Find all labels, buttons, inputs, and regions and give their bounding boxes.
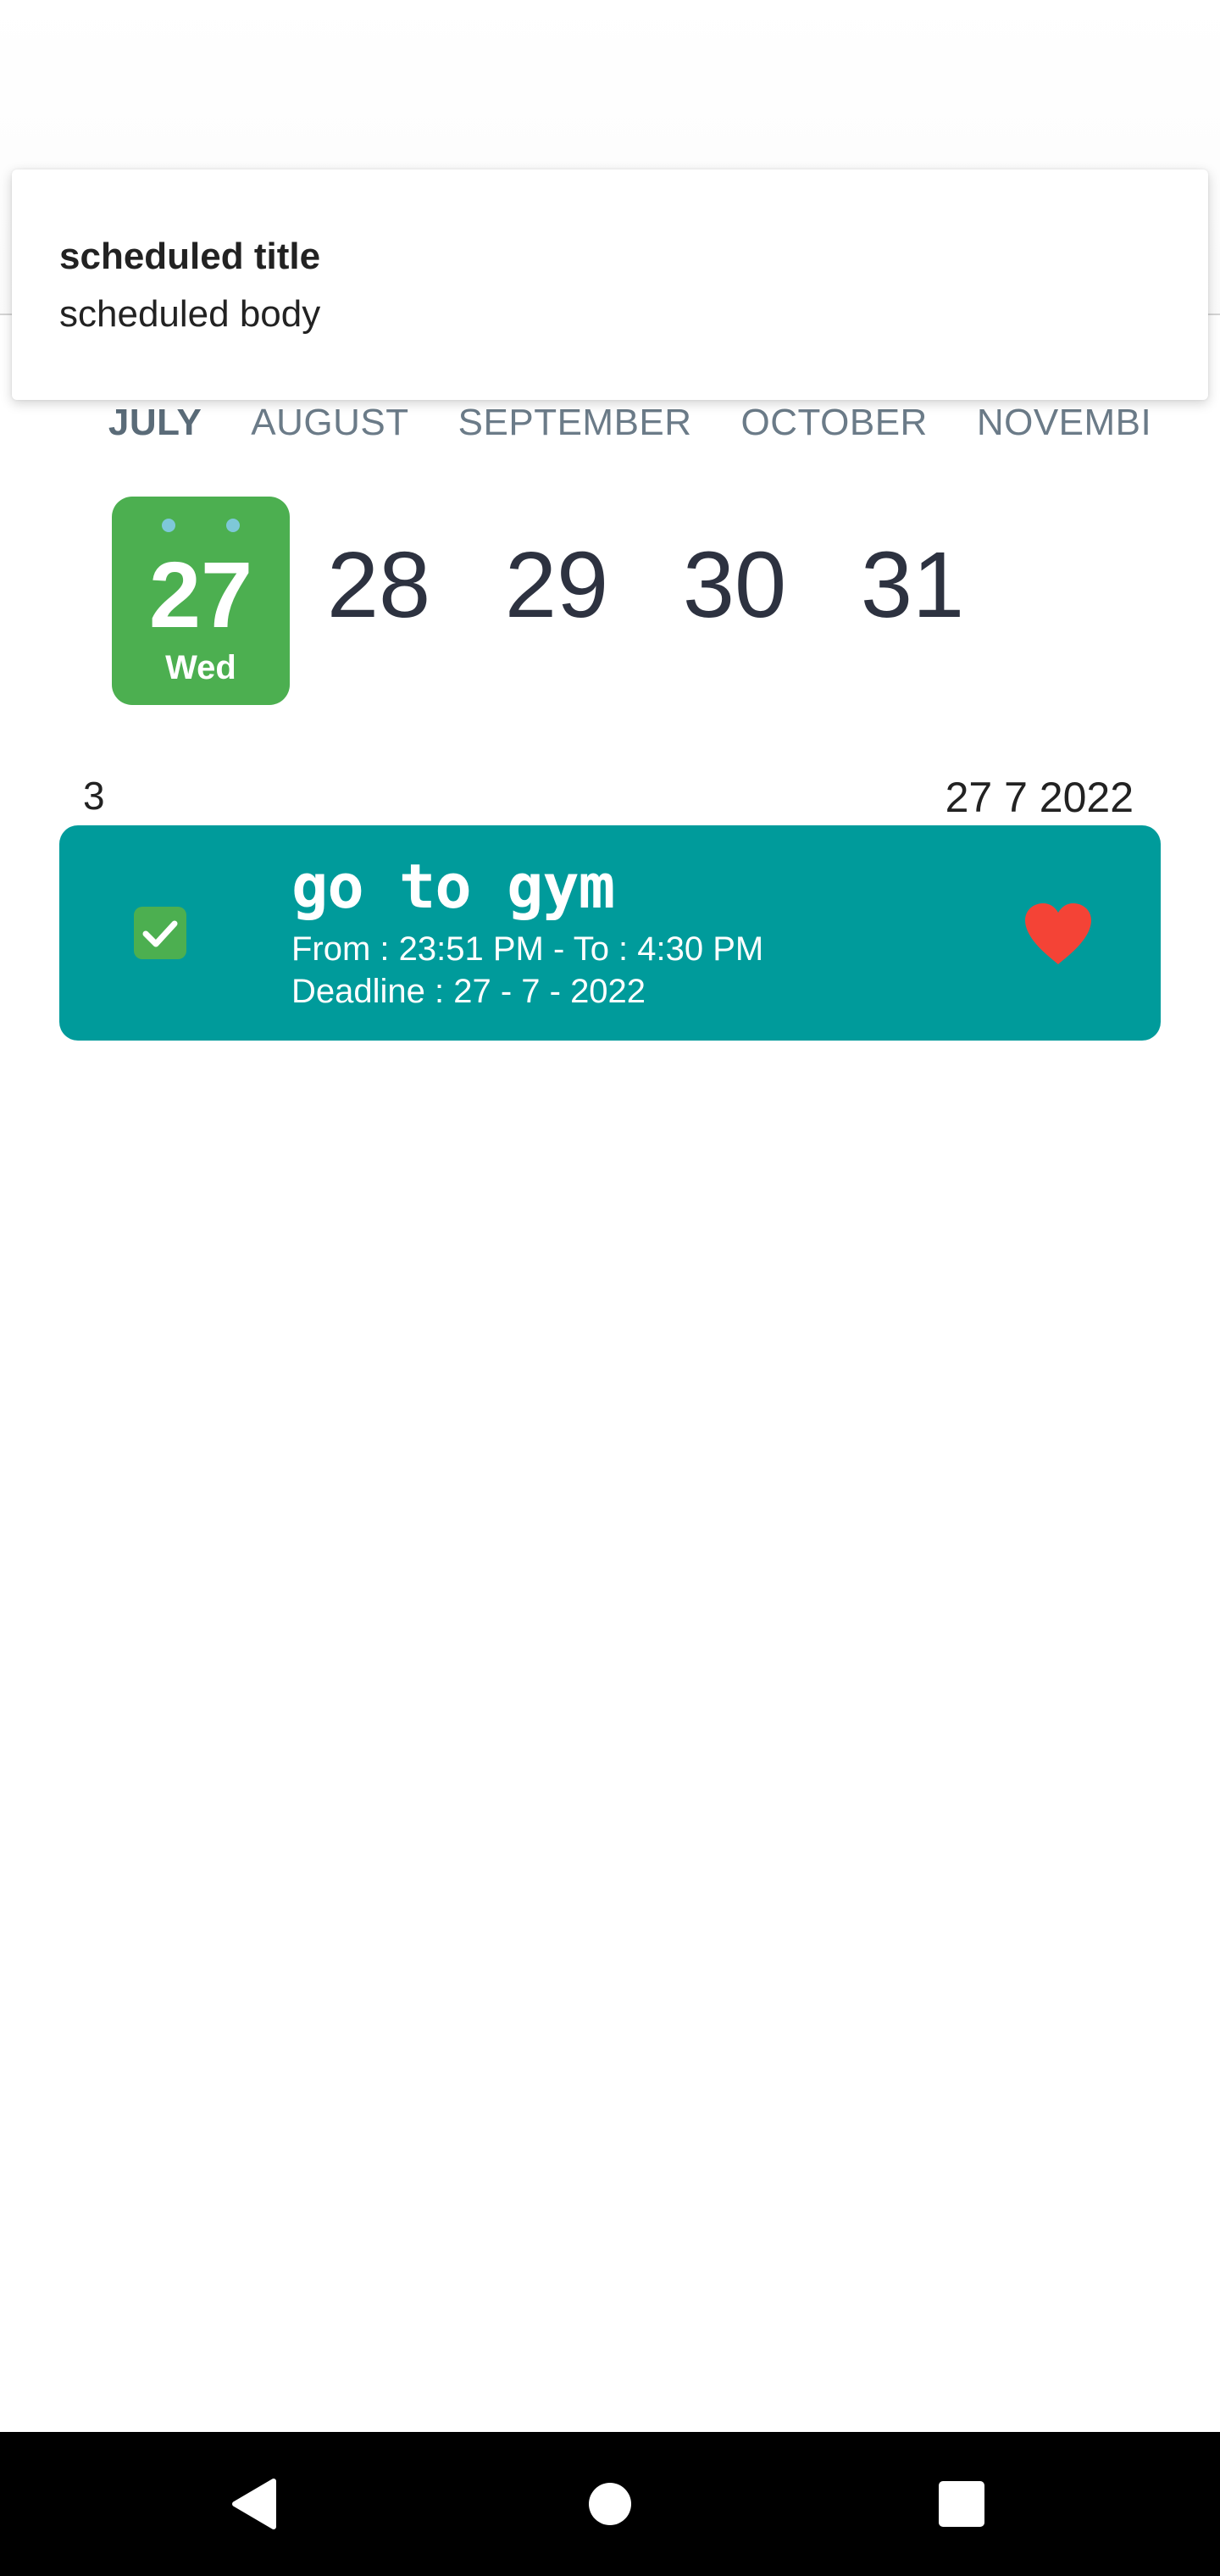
notification-banner[interactable]: scheduled title scheduled body	[12, 169, 1208, 400]
day-number: 5	[59, 539, 86, 632]
back-icon[interactable]	[216, 2466, 292, 2542]
day-number: 28	[326, 533, 431, 637]
day-number: 29	[504, 533, 609, 637]
month-selector[interactable]: E JULY AUGUST SEPTEMBER OCTOBER NOVEMBI	[59, 402, 1161, 461]
notification-body: scheduled body	[59, 293, 321, 335]
task-title: go to gym	[291, 851, 615, 922]
day-item[interactable]: 5	[59, 497, 86, 705]
app-screen: scheduled title scheduled body E JULY AU…	[0, 0, 1220, 2576]
day-of-week: Wed	[165, 649, 236, 686]
day-item-selected[interactable]: 27 Wed	[112, 497, 290, 705]
heart-icon[interactable]	[1020, 900, 1096, 968]
day-number: 30	[682, 533, 787, 637]
day-item[interactable]: 31	[824, 497, 1001, 705]
task-card[interactable]: go to gym From : 23:51 PM - To : 4:30 PM…	[59, 825, 1161, 1041]
day-indicator-dots	[112, 519, 290, 532]
day-number: 31	[860, 533, 965, 637]
day-item[interactable]: 29	[468, 497, 646, 705]
day-item[interactable]: 28	[290, 497, 468, 705]
month-item[interactable]: SEPTEMBER	[458, 402, 692, 444]
task-count: 3	[83, 774, 105, 818]
task-deadline: Deadline : 27 - 7 - 2022	[291, 973, 646, 1010]
check-icon[interactable]	[134, 907, 186, 959]
month-item[interactable]: OCTOBER	[741, 402, 928, 444]
notification-title: scheduled title	[59, 236, 321, 277]
task-time: From : 23:51 PM - To : 4:30 PM	[291, 930, 764, 968]
month-item[interactable]: NOVEMBI	[977, 402, 1151, 444]
day-selector[interactable]: 5 27 Wed 28 29 30 31	[59, 497, 1161, 705]
day-item[interactable]: 30	[646, 497, 824, 705]
month-item-selected[interactable]: JULY	[108, 402, 202, 444]
system-navigation-bar	[0, 2432, 1220, 2576]
recents-icon[interactable]	[923, 2466, 1000, 2542]
selected-date: 27 7 2022	[945, 774, 1134, 821]
month-item[interactable]: AUGUST	[251, 402, 408, 444]
day-number: 27	[148, 543, 253, 647]
home-icon[interactable]	[572, 2466, 648, 2542]
